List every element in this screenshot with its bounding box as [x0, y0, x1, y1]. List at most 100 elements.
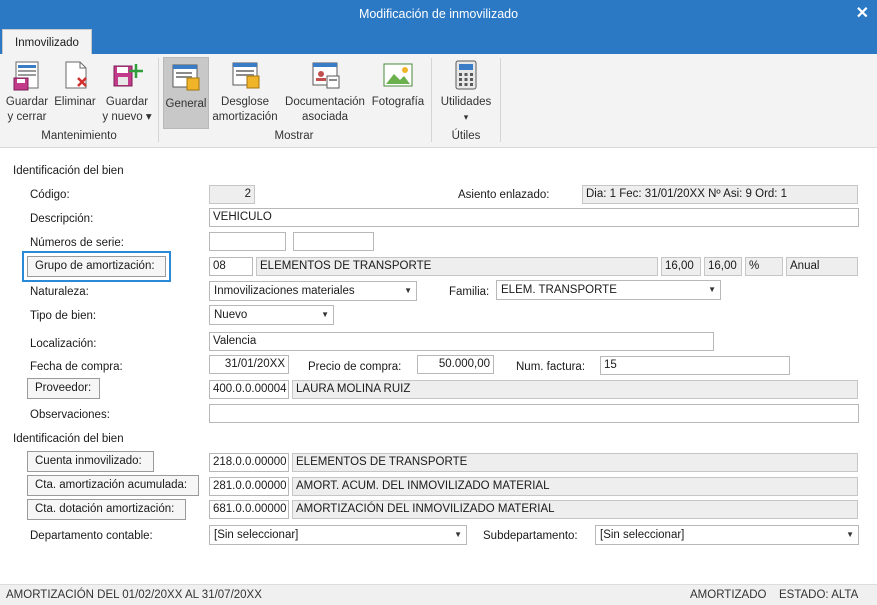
- subdepartamento-select[interactable]: [Sin seleccionar] ▼: [595, 525, 859, 545]
- ribbon-tab-bar: Inmovilizado: [0, 27, 877, 54]
- utilities-button[interactable]: Utilidades ▾: [437, 58, 495, 125]
- asiento-label: Asiento enlazado:: [458, 189, 550, 201]
- save-close-button[interactable]: Guardar y cerrar: [5, 58, 49, 125]
- grupo-pct-symbol: %: [745, 257, 783, 276]
- amortization-breakdown-icon: [228, 58, 262, 92]
- descripcion-label: Descripción:: [30, 213, 94, 225]
- familia-value: ELEM. TRANSPORTE: [501, 284, 617, 296]
- amortization-breakdown-label-2: amortización: [212, 111, 278, 123]
- title-bar: Modificación de inmovilizado ✕: [0, 0, 877, 27]
- tipo-bien-select[interactable]: Nuevo ▼: [209, 305, 334, 325]
- associated-documents-button[interactable]: Documentación asociada: [282, 58, 368, 125]
- cta-amortizacion-acumulada-button[interactable]: Cta. amortización acumulada:: [27, 475, 199, 496]
- observaciones-label: Observaciones:: [30, 409, 110, 421]
- general-icon: [169, 60, 203, 94]
- save-new-label-2: y nuevo ▾: [102, 111, 152, 123]
- delete-label: Eliminar: [54, 96, 96, 108]
- delete-icon: [58, 58, 92, 92]
- save-close-label-1: Guardar: [5, 96, 49, 108]
- save-new-label-1: Guardar: [105, 96, 149, 108]
- grupo-pct-field-2: 16,00: [704, 257, 742, 276]
- naturaleza-label: Naturaleza:: [30, 286, 89, 298]
- grupo-nombre-field: ELEMENTOS DE TRANSPORTE: [256, 257, 658, 276]
- cta-dotacion-amortizacion-button[interactable]: Cta. dotación amortización:: [27, 499, 186, 520]
- utilities-label: Utilidades: [440, 96, 492, 108]
- chevron-down-icon: ▼: [846, 530, 854, 539]
- fecha-compra-field[interactable]: 31/01/20XX: [209, 355, 289, 374]
- cta-dotacion-amortizacion-nombre-field: AMORTIZACIÓN DEL INMOVILIZADO MATERIAL: [292, 500, 858, 519]
- amortization-breakdown-button[interactable]: Desglose amortización: [211, 58, 279, 125]
- serie-field-1[interactable]: [209, 232, 286, 251]
- fecha-compra-label: Fecha de compra:: [30, 361, 123, 373]
- localizacion-field[interactable]: Valencia: [209, 332, 714, 351]
- cta-amortizacion-acumulada-nombre-field: AMORT. ACUM. DEL INMOVILIZADO MATERIAL: [292, 477, 858, 496]
- chevron-down-icon: ▼: [708, 285, 716, 294]
- subdepartamento-label: Subdepartamento:: [483, 530, 578, 542]
- general-button[interactable]: General: [163, 57, 209, 129]
- status-bar: AMORTIZACIÓN DEL 01/02/20XX AL 31/07/20X…: [0, 584, 877, 605]
- delete-button[interactable]: Eliminar: [52, 58, 98, 110]
- proveedor-button[interactable]: Proveedor:: [27, 378, 100, 399]
- amortization-breakdown-label-1: Desglose: [221, 96, 269, 108]
- numeros-serie-label: Números de serie:: [30, 237, 124, 249]
- chevron-down-icon: ▼: [321, 310, 329, 319]
- grupo-pct-field-1: 16,00: [661, 257, 701, 276]
- cta-amortizacion-acumulada-codigo-field[interactable]: 281.0.0.00000: [209, 477, 289, 496]
- observaciones-field[interactable]: [209, 404, 859, 423]
- save-close-icon: [10, 58, 44, 92]
- save-close-label-2: y cerrar: [7, 111, 47, 123]
- num-factura-field[interactable]: 15: [600, 356, 790, 375]
- general-label: General: [165, 98, 207, 110]
- associated-documents-icon: [308, 58, 342, 92]
- descripcion-field[interactable]: VEHICULO: [209, 208, 859, 227]
- cta-dotacion-amortizacion-codigo-field[interactable]: 681.0.0.00000: [209, 500, 289, 519]
- tab-inmovilizado[interactable]: Inmovilizado: [2, 29, 92, 54]
- departamento-value: [Sin seleccionar]: [214, 529, 299, 541]
- photo-button[interactable]: Fotografía: [369, 58, 427, 110]
- cuenta-inmovilizado-codigo-field[interactable]: 218.0.0.00000: [209, 453, 289, 472]
- group-label-utiles: Útiles: [451, 130, 481, 142]
- chevron-down-icon: ▼: [454, 530, 462, 539]
- status-estado: ESTADO: ALTA: [779, 589, 859, 601]
- save-new-button[interactable]: Guardar y nuevo ▾: [101, 58, 153, 125]
- group-separator: [500, 58, 501, 142]
- proveedor-codigo-field[interactable]: 400.0.0.00004: [209, 380, 289, 399]
- tipo-bien-value: Nuevo: [214, 309, 248, 321]
- grupo-codigo-field[interactable]: 08: [209, 257, 253, 276]
- precio-compra-field[interactable]: 50.000,00: [417, 355, 494, 374]
- chevron-down-icon: ▾: [463, 112, 469, 122]
- codigo-label: Código:: [30, 189, 70, 201]
- photo-icon: [381, 58, 415, 92]
- chevron-down-icon: ▼: [404, 286, 412, 295]
- close-icon[interactable]: ✕: [856, 3, 869, 23]
- ribbon: Guardar y cerrar Eliminar Guardar y nuev…: [0, 54, 877, 148]
- grupo-amortizacion-button[interactable]: Grupo de amortización:: [22, 251, 171, 282]
- departamento-label: Departamento contable:: [30, 530, 153, 542]
- photo-label: Fotografía: [371, 96, 425, 108]
- status-periodo: AMORTIZACIÓN DEL 01/02/20XX AL 31/07/20X…: [6, 589, 262, 601]
- familia-label: Familia:: [449, 286, 490, 298]
- proveedor-nombre-field: LAURA MOLINA RUIZ: [292, 380, 858, 399]
- departamento-select[interactable]: [Sin seleccionar] ▼: [209, 525, 467, 545]
- serie-field-2[interactable]: [293, 232, 374, 251]
- calculator-icon: [449, 58, 483, 92]
- save-new-icon: [110, 58, 144, 92]
- num-factura-label: Num. factura:: [516, 361, 586, 373]
- grupo-periodo-field: Anual: [786, 257, 858, 276]
- group-label-mantenimiento: Mantenimiento: [41, 130, 117, 142]
- codigo-field[interactable]: 2: [209, 185, 255, 204]
- familia-select[interactable]: ELEM. TRANSPORTE ▼: [496, 280, 721, 300]
- asiento-field[interactable]: Dia: 1 Fec: 31/01/20XX Nº Asi: 9 Ord: 1: [582, 185, 858, 204]
- window-title: Modificación de inmovilizado: [358, 7, 519, 21]
- precio-compra-label: Precio de compra:: [308, 361, 402, 373]
- naturaleza-select[interactable]: Inmovilizaciones materiales ▼: [209, 281, 417, 301]
- section-title: Identificación del bien: [13, 165, 124, 177]
- group-label-mostrar: Mostrar: [274, 130, 314, 142]
- associated-documents-label-1: Documentación: [285, 96, 365, 108]
- tipo-bien-label: Tipo de bien:: [30, 310, 97, 322]
- subdepartamento-value: [Sin seleccionar]: [600, 529, 685, 541]
- cuenta-inmovilizado-button[interactable]: Cuenta inmovilizado:: [27, 451, 154, 472]
- naturaleza-value: Inmovilizaciones materiales: [214, 285, 355, 297]
- associated-documents-label-2: asociada: [301, 111, 349, 123]
- cuenta-inmovilizado-nombre-field: ELEMENTOS DE TRANSPORTE: [292, 453, 858, 472]
